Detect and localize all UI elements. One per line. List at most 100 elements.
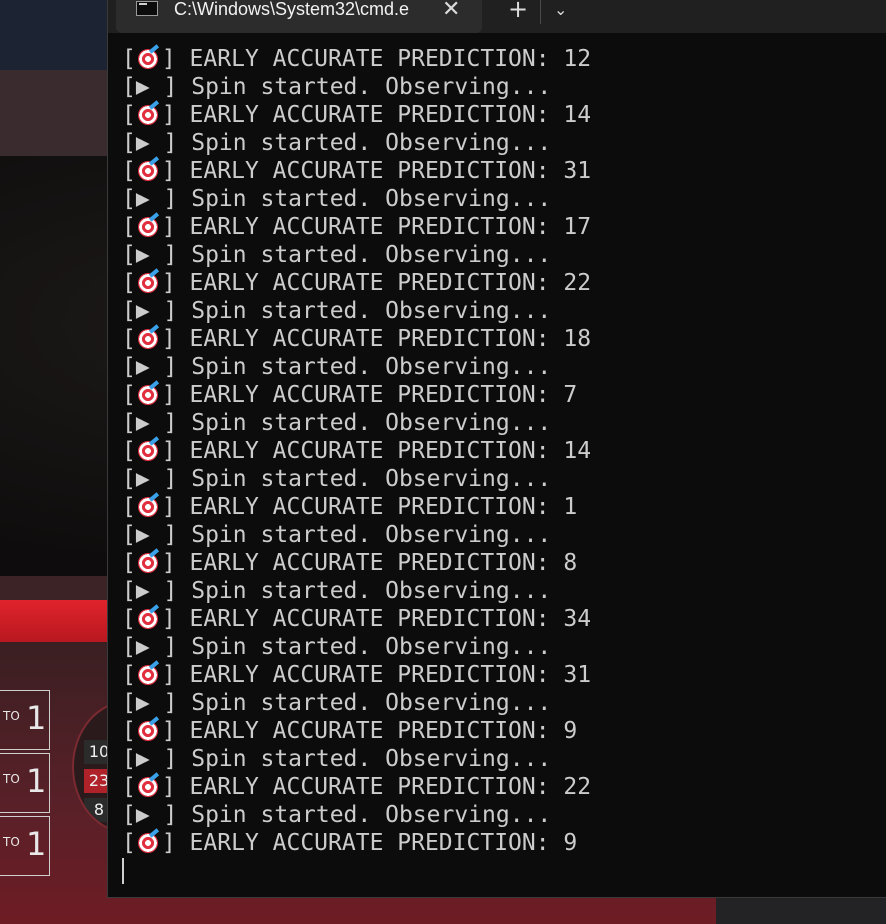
bracket: [: [122, 830, 136, 856]
target-icon: [137, 268, 160, 293]
cmd-icon: [136, 1, 158, 16]
console-text: ] EARLY ACCURATE PREDICTION: 7: [161, 382, 578, 408]
titlebar-divider: [540, 0, 541, 24]
terminal-window[interactable]: C:\Windows\System32\cmd.e ✕ + ⌄ [ ] EARLY…: [107, 0, 886, 898]
bracket: [: [122, 326, 136, 352]
console-text: [▶ ] Spin started. Observing...: [122, 410, 552, 436]
bracket: [: [122, 550, 136, 576]
console-line: [ ] EARLY ACCURATE PREDICTION: 31: [122, 156, 882, 185]
target-icon: [137, 100, 160, 125]
console-line: [▶ ] Spin started. Observing...: [122, 745, 882, 773]
bracket: [: [122, 774, 136, 800]
console-text: [▶ ] Spin started. Observing...: [122, 802, 552, 828]
target-icon: [137, 492, 160, 517]
console-line: [▶ ] Spin started. Observing...: [122, 185, 882, 213]
console-text: [▶ ] Spin started. Observing...: [122, 466, 552, 492]
console-text: ] EARLY ACCURATE PREDICTION: 22: [161, 270, 592, 296]
console-text: ] EARLY ACCURATE PREDICTION: 18: [161, 326, 592, 352]
console-text: [▶ ] Spin started. Observing...: [122, 186, 552, 212]
console-text: [▶ ] Spin started. Observing...: [122, 634, 552, 660]
bracket: [: [122, 102, 136, 128]
bracket: [: [122, 158, 136, 184]
console-line: [▶ ] Spin started. Observing...: [122, 689, 882, 717]
console-line: [ ] EARLY ACCURATE PREDICTION: 7: [122, 380, 882, 409]
console-text: [▶ ] Spin started. Observing...: [122, 298, 552, 324]
bracket: [: [122, 382, 136, 408]
close-tab-icon[interactable]: ✕: [442, 0, 460, 22]
bracket: [: [122, 494, 136, 520]
target-icon: [137, 828, 160, 853]
column-bet-2[interactable]: TO 1: [0, 753, 50, 813]
text-cursor: [122, 858, 124, 884]
console-text: ] EARLY ACCURATE PREDICTION: 14: [161, 102, 592, 128]
console-text: ] EARLY ACCURATE PREDICTION: 9: [161, 718, 578, 744]
target-icon: [137, 324, 160, 349]
bracket: [: [122, 46, 136, 72]
console-text: ] EARLY ACCURATE PREDICTION: 22: [161, 774, 592, 800]
console-line: [ ] EARLY ACCURATE PREDICTION: 22: [122, 268, 882, 297]
target-icon: [137, 436, 160, 461]
target-icon: [137, 772, 160, 797]
console-line: [▶ ] Spin started. Observing...: [122, 353, 882, 381]
console-text: [▶ ] Spin started. Observing...: [122, 242, 552, 268]
console-line: [ ] EARLY ACCURATE PREDICTION: 9: [122, 716, 882, 745]
console-line: [▶ ] Spin started. Observing...: [122, 801, 882, 829]
console-line: [ ] EARLY ACCURATE PREDICTION: 17: [122, 212, 882, 241]
payout-value: 1: [26, 762, 47, 800]
console-output[interactable]: [] EARLY ACCURATE PREDICTION: 12 [▶ ] Spi…: [122, 44, 882, 857]
target-icon: [137, 44, 160, 69]
column-bet-1[interactable]: TO 1: [0, 690, 50, 750]
bracket: [: [122, 662, 136, 688]
bracket: [: [122, 606, 136, 632]
target-icon: [137, 604, 160, 629]
console-text: [▶ ] Spin started. Observing...: [122, 522, 552, 548]
payout-to-label: TO: [3, 772, 20, 786]
console-line: [ ] EARLY ACCURATE PREDICTION: 14: [122, 436, 882, 465]
console-line: [ ] EARLY ACCURATE PREDICTION: 12: [122, 44, 882, 73]
console-line: [▶ ] Spin started. Observing...: [122, 577, 882, 605]
payout-value: 1: [26, 825, 47, 863]
background-footer: [716, 896, 886, 924]
target-icon: [137, 548, 160, 573]
console-text: [▶ ] Spin started. Observing...: [122, 746, 552, 772]
console-line: [▶ ] Spin started. Observing...: [122, 73, 882, 101]
console-line: [▶ ] Spin started. Observing...: [122, 129, 882, 157]
console-line: [ ] EARLY ACCURATE PREDICTION: 8: [122, 548, 882, 577]
chevron-down-icon[interactable]: ⌄: [554, 0, 567, 19]
console-line: [ ] EARLY ACCURATE PREDICTION: 14: [122, 100, 882, 129]
console-text: ] EARLY ACCURATE PREDICTION: 1: [161, 494, 578, 520]
new-tab-button[interactable]: +: [508, 0, 528, 23]
console-text: ] EARLY ACCURATE PREDICTION: 8: [161, 550, 578, 576]
bracket: [: [122, 270, 136, 296]
console-text: ] EARLY ACCURATE PREDICTION: 14: [161, 438, 592, 464]
target-icon: [137, 716, 160, 741]
column-bet-3[interactable]: TO 1: [0, 816, 50, 876]
console-text: ] EARLY ACCURATE PREDICTION: 34: [161, 606, 592, 632]
console-line: [▶ ] Spin started. Observing...: [122, 297, 882, 325]
console-text: [▶ ] Spin started. Observing...: [122, 690, 552, 716]
console-line: [▶ ] Spin started. Observing...: [122, 465, 882, 493]
payout-value: 1: [26, 699, 47, 737]
tab-title: C:\Windows\System32\cmd.e: [174, 0, 410, 19]
console-line: [▶ ] Spin started. Observing...: [122, 633, 882, 661]
payout-to-label: TO: [3, 709, 20, 723]
console-line: [ ] EARLY ACCURATE PREDICTION: 22: [122, 772, 882, 801]
payout-to-label: TO: [3, 835, 20, 849]
console-text: ] EARLY ACCURATE PREDICTION: 9: [161, 830, 578, 856]
terminal-titlebar[interactable]: C:\Windows\System32\cmd.e ✕ + ⌄: [108, 0, 886, 33]
console-line: [▶ ] Spin started. Observing...: [122, 241, 882, 269]
target-icon: [137, 212, 160, 237]
console-text: [▶ ] Spin started. Observing...: [122, 130, 552, 156]
bracket: [: [122, 718, 136, 744]
bracket: [: [122, 438, 136, 464]
tab-cmd[interactable]: C:\Windows\System32\cmd.e ✕: [116, 0, 482, 33]
console-text: [▶ ] Spin started. Observing...: [122, 354, 552, 380]
bracket: [: [122, 214, 136, 240]
target-icon: [137, 156, 160, 181]
console-text: ] EARLY ACCURATE PREDICTION: 12: [161, 46, 592, 72]
target-icon: [137, 380, 160, 405]
console-text: ] EARLY ACCURATE PREDICTION: 31: [161, 662, 592, 688]
console-text: ] EARLY ACCURATE PREDICTION: 31: [161, 158, 592, 184]
console-line: [▶ ] Spin started. Observing...: [122, 521, 882, 549]
console-text: ] EARLY ACCURATE PREDICTION: 17: [161, 214, 592, 240]
